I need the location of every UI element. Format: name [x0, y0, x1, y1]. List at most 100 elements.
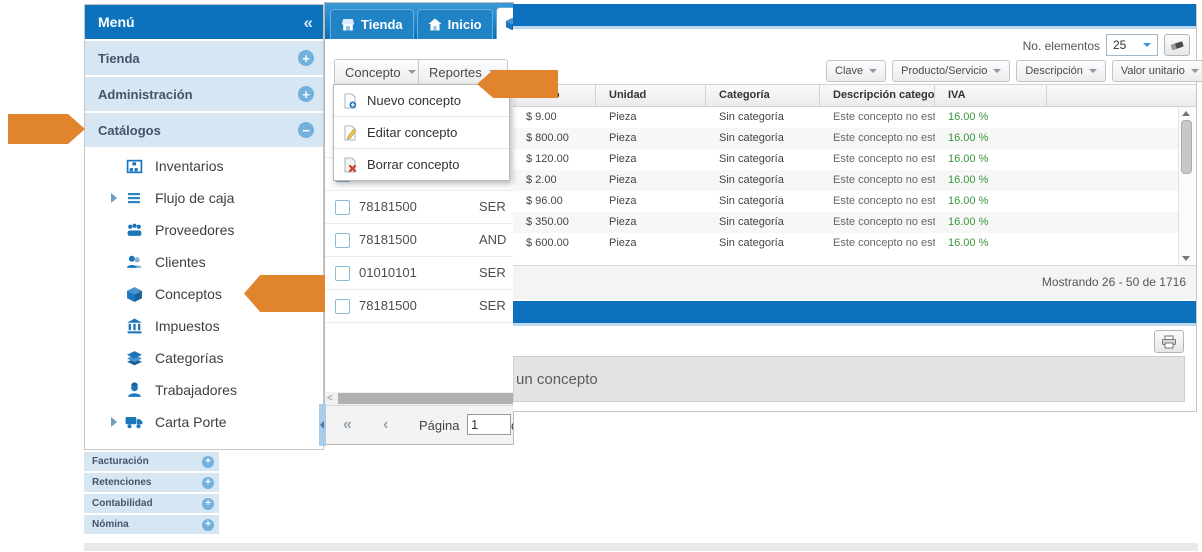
sidebar-collapsed-section[interactable]: Facturación + [84, 452, 219, 471]
filter-button[interactable]: Valor unitario [1112, 60, 1202, 82]
cell-descripcion: Este concepto no est... [820, 212, 935, 233]
elements-count-select[interactable]: 25 [1106, 34, 1158, 56]
expander-arrow-icon[interactable] [111, 417, 117, 427]
expand-plus-icon[interactable]: + [202, 477, 214, 489]
table-row[interactable]: $ 2.00 Pieza Sin categoría Este concepto… [513, 170, 1179, 191]
print-button[interactable] [1154, 330, 1184, 353]
printer-icon [1161, 335, 1177, 349]
showing-status: Mostrando 26 - 50 de 1716 [1042, 275, 1186, 289]
concept-name-clipped: AND [479, 232, 506, 247]
collapse-minus-icon[interactable]: − [298, 122, 314, 138]
cell-valor-unitario: $ 350.00 [513, 212, 596, 233]
expand-plus-icon[interactable]: + [202, 456, 214, 468]
sidebar-item-label: Flujo de caja [155, 190, 234, 206]
scroll-up-icon[interactable] [1182, 111, 1190, 116]
horizontal-scrollbar[interactable]: < [325, 392, 513, 405]
horizontal-scroll-thumb[interactable] [338, 393, 513, 404]
list-item[interactable]: 78181500 SER [325, 290, 513, 323]
panel-collapse-handle[interactable] [319, 404, 326, 446]
cell-valor-unitario: $ 9.00 [513, 107, 596, 128]
eraser-icon [1169, 38, 1185, 52]
clear-filters-button[interactable] [1164, 34, 1190, 56]
sidebar-collapsed-section[interactable]: Contabilidad + [84, 494, 219, 513]
chevron-down-icon [1143, 43, 1151, 47]
sidebar-section-administracion[interactable]: Administración + [85, 77, 323, 111]
row-checkbox[interactable] [335, 200, 350, 215]
col-descripcion-categoria[interactable]: Descripción categoría [820, 85, 935, 106]
cell-valor-unitario: $ 600.00 [513, 233, 596, 254]
sidebar-collapsed-sections: Facturación + Retenciones + Contabilidad… [84, 452, 219, 536]
sidebar-item-categorias[interactable]: Categorías [85, 342, 323, 374]
scroll-left-icon[interactable]: < [327, 392, 333, 405]
table-row[interactable]: $ 800.00 Pieza Sin categoría Este concep… [513, 128, 1179, 149]
menu-item-borrar-concepto[interactable]: Borrar concepto [334, 149, 509, 180]
concept-code: 78181500 [359, 298, 417, 313]
home-icon [428, 18, 442, 31]
detail-title-bar [513, 301, 1196, 326]
filter-button[interactable]: Clave [826, 60, 886, 82]
expand-plus-icon[interactable]: + [298, 50, 314, 66]
cell-descripcion: Este concepto no est... [820, 128, 935, 149]
vertical-scrollbar[interactable] [1178, 107, 1192, 265]
row-checkbox[interactable] [335, 266, 350, 281]
col-categoria[interactable]: Categoría [706, 85, 820, 106]
cell-categoria: Sin categoría [706, 170, 820, 191]
tab-inicio[interactable]: Inicio [417, 9, 493, 39]
expand-plus-icon[interactable]: + [298, 86, 314, 102]
grid-footer: Mostrando 26 - 50 de 1716 [513, 265, 1196, 299]
sidebar-section-catalogos[interactable]: Catálogos − [85, 113, 323, 147]
store-icon [341, 18, 355, 31]
row-checkbox[interactable] [335, 299, 350, 314]
table-row[interactable]: $ 350.00 Pieza Sin categoría Este concep… [513, 212, 1179, 233]
annotation-arrow-conceptos [244, 275, 325, 312]
filter-button[interactable]: Descripción [1016, 60, 1105, 82]
chevron-down-icon [993, 69, 1001, 73]
table-row[interactable]: $ 120.00 Pieza Sin categoría Este concep… [513, 149, 1179, 170]
tab-conceptos-active[interactable] [496, 7, 514, 39]
suppliers-icon [125, 221, 143, 239]
table-row[interactable]: $ 9.00 Pieza Sin categoría Este concepto… [513, 107, 1179, 128]
page-total-clipped: d [511, 418, 514, 433]
table-row[interactable]: $ 600.00 Pieza Sin categoría Este concep… [513, 233, 1179, 254]
table-row[interactable]: $ 96.00 Pieza Sin categoría Este concept… [513, 191, 1179, 212]
first-page-button[interactable]: « [343, 415, 352, 434]
grid-top-toolbar: No. elementos 25 [513, 31, 1196, 59]
expand-plus-icon[interactable]: + [202, 519, 214, 531]
tab-label: Inicio [448, 17, 482, 32]
list-item[interactable]: 78181500 SER [325, 191, 513, 224]
sidebar-collapse-icon[interactable]: « [304, 14, 313, 31]
page-number-input[interactable] [467, 414, 511, 435]
sidebar-item-proveedores[interactable]: Proveedores [85, 214, 323, 246]
prev-page-button[interactable]: ‹ [383, 415, 388, 434]
cell-descripcion: Este concepto no est... [820, 149, 935, 170]
expand-plus-icon[interactable]: + [202, 498, 214, 510]
tab-tienda[interactable]: Tienda [330, 9, 414, 39]
col-unidad[interactable]: Unidad [596, 85, 706, 106]
sidebar-item-flujo-de-caja[interactable]: Flujo de caja [85, 182, 323, 214]
new-doc-icon [342, 93, 358, 109]
col-iva[interactable]: IVA [935, 85, 1047, 106]
column-filter-buttons: Clave Producto/Servicio Descripción Valo… [826, 60, 1202, 82]
sidebar-collapsed-section[interactable]: Nómina + [84, 515, 219, 534]
expander-arrow-icon[interactable] [111, 193, 117, 203]
filter-button[interactable]: Producto/Servicio [892, 60, 1010, 82]
concepto-menu-button[interactable]: Concepto [334, 59, 427, 85]
row-checkbox[interactable] [335, 233, 350, 248]
menu-item-editar-concepto[interactable]: Editar concepto [334, 117, 509, 149]
cashflow-icon [125, 189, 143, 207]
cell-categoria: Sin categoría [706, 149, 820, 170]
list-item[interactable]: 78181500 AND [325, 224, 513, 257]
scroll-down-icon[interactable] [1182, 256, 1190, 261]
sidebar-item-inventarios[interactable]: Inventarios [85, 150, 323, 182]
menu-item-nuevo-concepto[interactable]: Nuevo concepto [334, 85, 509, 117]
cell-descripcion: Este concepto no est... [820, 170, 935, 191]
vertical-scroll-thumb[interactable] [1181, 120, 1192, 174]
sidebar-section-tienda[interactable]: Tienda + [85, 41, 323, 75]
sidebar-collapsed-section[interactable]: Retenciones + [84, 473, 219, 492]
sidebar-item-clientes[interactable]: Clientes [85, 246, 323, 278]
sidebar-item-carta-porte[interactable]: Carta Porte [85, 406, 323, 438]
sidebar-item-trabajadores[interactable]: Trabajadores [85, 374, 323, 406]
cell-iva: 16.00 % [935, 170, 1047, 191]
sidebar-item-impuestos[interactable]: Impuestos [85, 310, 323, 342]
list-item[interactable]: 01010101 SER [325, 257, 513, 290]
